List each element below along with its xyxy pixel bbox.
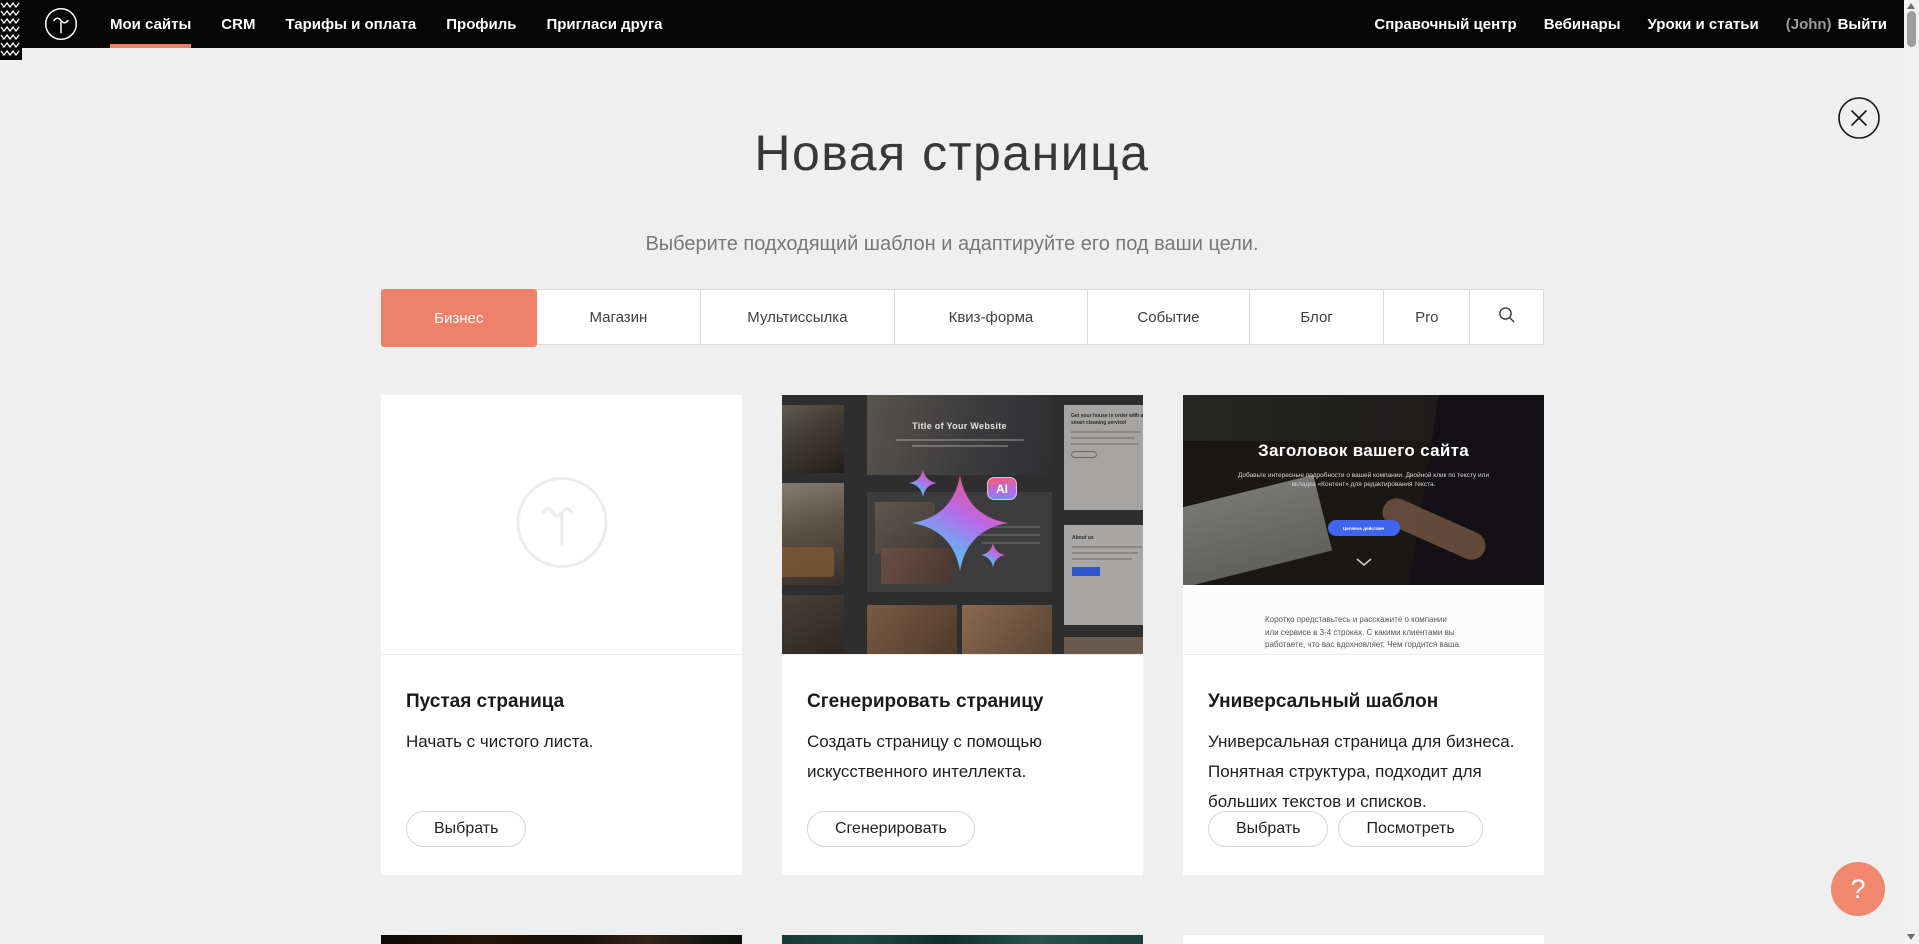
template-card-partial[interactable] — [381, 935, 742, 944]
preview-about-tile: About us — [1064, 525, 1143, 625]
ai-badge: AI — [987, 477, 1017, 500]
preview-site-title: Title of Your Website — [867, 421, 1052, 431]
card-description: Создать страницу с помощью искусственног… — [807, 727, 1097, 787]
page-title: Новая страница — [0, 124, 1904, 182]
card-title: Универсальный шаблон — [1208, 691, 1519, 713]
template-card-ai-generate[interactable]: Title of Your Website Get your house in … — [782, 395, 1143, 875]
scrollbar-thumb[interactable] — [1907, 11, 1916, 47]
card-title: Сгенерировать страницу — [807, 691, 1118, 713]
select-button[interactable]: Выбрать — [1208, 811, 1328, 847]
tilda-watermark-icon — [514, 474, 610, 575]
tab-quiz-form[interactable]: Квиз-форма — [894, 290, 1088, 344]
nav-item-crm[interactable]: CRM — [221, 0, 255, 48]
secondary-menu: Справочный центр Вебинары Уроки и статьи… — [1374, 0, 1887, 48]
tab-blog[interactable]: Блог — [1249, 290, 1384, 344]
preview-photo-tile — [782, 595, 844, 655]
logout-link[interactable]: Выйти — [1838, 16, 1887, 33]
card-body: Универсальный шаблон Универсальная стран… — [1183, 655, 1544, 874]
close-icon — [1838, 127, 1880, 142]
chevron-down-icon — [1356, 553, 1372, 571]
ai-sparkles-icon — [877, 460, 1047, 595]
tab-search[interactable] — [1469, 290, 1543, 344]
preview-about-heading: About us — [1072, 535, 1143, 542]
ai-generate-preview: Title of Your Website Get your house in … — [782, 395, 1143, 655]
preview-cta-button: Целевое действие — [1328, 520, 1400, 536]
preview-photo-pair-tile — [867, 605, 1052, 655]
card-description: Начать с чистого листа. — [406, 727, 716, 757]
tab-multilink[interactable]: Мультиссылка — [700, 290, 894, 344]
nav-item-my-sites[interactable]: Мои сайты — [110, 0, 191, 48]
tab-event[interactable]: Событие — [1087, 290, 1249, 344]
card-description: Универсальная страница для бизнеса. Поня… — [1208, 727, 1519, 817]
preview-doc-tile: Get your house in order with a smart cle… — [1064, 405, 1143, 510]
card-body: Сгенерировать страницу Создать страницу … — [782, 655, 1143, 874]
tab-pro[interactable]: Pro — [1383, 290, 1469, 344]
close-button[interactable] — [1838, 97, 1880, 139]
template-card-partial[interactable] — [782, 935, 1143, 944]
preview-photo-tile — [782, 405, 844, 473]
page-subtitle: Выберите подходящий шаблон и адаптируйте… — [0, 233, 1904, 256]
preview-text-section: Коротко представьтесь и расскажите о ком… — [1183, 590, 1544, 655]
tab-store[interactable]: Магазин — [537, 290, 701, 344]
select-button[interactable]: Выбрать — [406, 811, 526, 847]
preview-body-text: Коротко представьтесь и расскажите о ком… — [1265, 614, 1461, 655]
nav-item-lessons[interactable]: Уроки и статьи — [1648, 0, 1759, 48]
nav-item-invite-friend[interactable]: Пригласи друга — [546, 0, 662, 48]
top-nav: Мои сайты CRM Тарифы и оплата Профиль Пр… — [0, 0, 1904, 48]
user-group: (John) Выйти — [1786, 0, 1887, 48]
card-title: Пустая страница — [406, 691, 717, 713]
universal-template-preview: Заголовок вашего сайта Добавьте интересн… — [1183, 395, 1544, 655]
preview-hero-subheading: Добавьте интересные подробности о вашей … — [1229, 471, 1499, 489]
preview-photo-tile — [1064, 637, 1143, 655]
tab-business[interactable]: Бизнес — [381, 289, 537, 347]
nav-item-profile[interactable]: Профиль — [446, 0, 516, 48]
template-card-universal[interactable]: Заголовок вашего сайта Добавьте интересн… — [1183, 395, 1544, 875]
search-icon — [1498, 306, 1516, 328]
help-button[interactable]: ? — [1831, 862, 1885, 916]
nav-item-help-center[interactable]: Справочный центр — [1374, 0, 1516, 48]
user-name: (John) — [1786, 16, 1832, 33]
nav-item-pricing[interactable]: Тарифы и оплата — [285, 0, 416, 48]
nav-item-webinars[interactable]: Вебинары — [1544, 0, 1621, 48]
scrollbar[interactable] — [1904, 0, 1919, 944]
view-button[interactable]: Посмотреть — [1338, 811, 1482, 847]
card-body: Пустая страница Начать с чистого листа. … — [381, 655, 742, 874]
generate-button[interactable]: Сгенерировать — [807, 811, 975, 847]
template-category-tabs: Бизнес Магазин Мультиссылка Квиз-форма С… — [381, 289, 1544, 345]
template-cards-row: Пустая страница Начать с чистого листа. … — [381, 395, 1544, 875]
template-card-blank[interactable]: Пустая страница Начать с чистого листа. … — [381, 395, 742, 875]
scrollbar-up-arrow[interactable] — [1907, 3, 1915, 9]
template-cards-row-2 — [381, 935, 1544, 944]
zigzag-pattern-decoration — [0, 0, 22, 60]
tilda-logo-icon[interactable] — [44, 7, 78, 41]
main-menu: Мои сайты CRM Тарифы и оплата Профиль Пр… — [110, 0, 663, 48]
template-card-partial[interactable] — [1183, 935, 1544, 944]
preview-hero-heading: Заголовок вашего сайта — [1183, 441, 1544, 461]
blank-page-preview — [381, 395, 742, 655]
preview-hero: Заголовок вашего сайта Добавьте интересн… — [1183, 395, 1544, 585]
preview-doc-heading: Get your house in order with a smart cle… — [1071, 413, 1143, 427]
scrollbar-down-arrow[interactable] — [1907, 934, 1915, 940]
preview-photo-tile — [782, 483, 844, 585]
